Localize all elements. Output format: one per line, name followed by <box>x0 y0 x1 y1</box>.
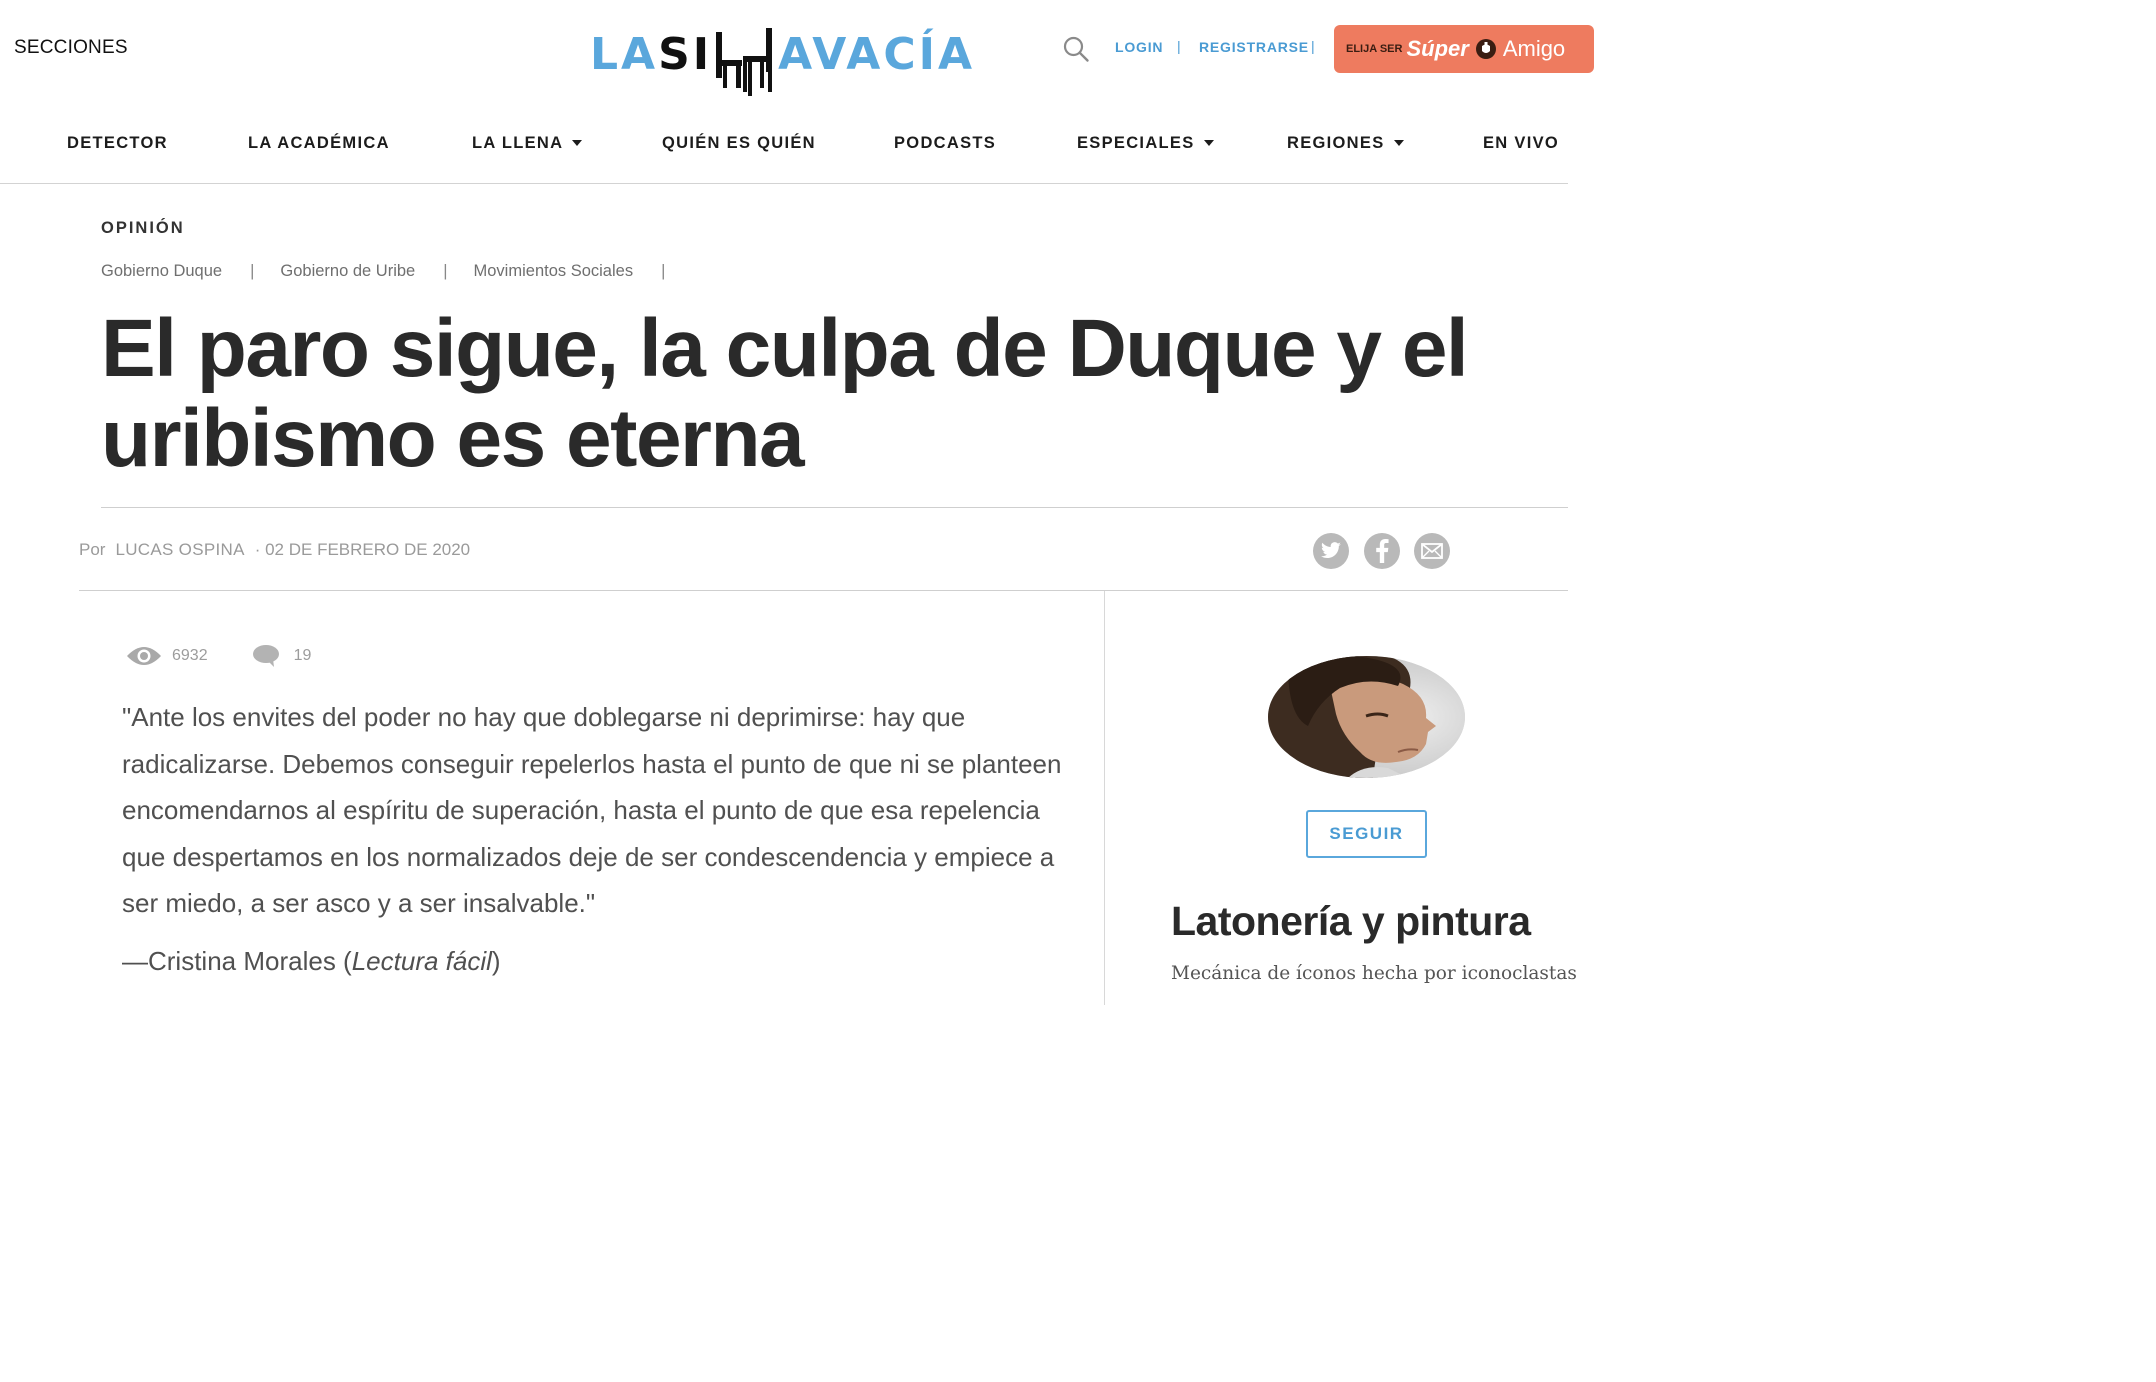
follow-button[interactable]: SEGUIR <box>1306 810 1427 858</box>
main-nav: DETECTOR LA ACADÉMICA LA LLENA QUIÉN ES … <box>0 118 1568 168</box>
nav-item-label: DETECTOR <box>67 134 168 152</box>
register-link[interactable]: REGISTRARSE <box>1199 39 1309 55</box>
header-separator: | <box>1311 38 1315 54</box>
column-subtitle: Mecánica de íconos hecha por iconoclasta… <box>1171 963 1577 984</box>
sections-menu-button[interactable]: SECCIONES <box>14 37 128 59</box>
comments-count[interactable]: 19 <box>294 647 312 665</box>
byline-divider <box>79 590 1568 591</box>
login-link[interactable]: LOGIN <box>1115 39 1163 55</box>
chevron-down-icon <box>1393 139 1404 146</box>
tag-separator: | <box>443 262 448 280</box>
nav-item-label: PODCASTS <box>894 134 997 152</box>
tag-link[interactable]: Gobierno Duque <box>101 262 222 281</box>
promo-small-text: ELIJA SER <box>1346 43 1403 55</box>
byline-prefix: Por <box>79 540 106 559</box>
article-stats: 6932 19 <box>126 644 311 668</box>
byline: Por LUCAS OSPINA · 02 DE FEBRERO DE 2020 <box>79 540 470 560</box>
hand-heart-icon <box>1475 39 1496 59</box>
logo-part-si: SI <box>658 29 713 80</box>
nav-item-podcasts[interactable]: PODCASTS <box>894 134 996 153</box>
super-amigo-promo-button[interactable]: ELIJA SER Súper Amigo <box>1334 25 1594 73</box>
tag-link[interactable]: Movimientos Sociales <box>474 262 634 281</box>
author-avatar[interactable] <box>1268 656 1465 778</box>
column-title[interactable]: Latonería y pintura <box>1171 898 1531 945</box>
chevron-down-icon <box>1203 139 1214 146</box>
facebook-share-button[interactable] <box>1364 533 1400 569</box>
attribution-prefix: —Cristina Morales ( <box>122 946 352 976</box>
nav-item-label: LA LLENA <box>472 134 564 152</box>
chevron-down-icon <box>572 139 583 146</box>
chairs-logo-icon <box>716 28 773 96</box>
nav-item-la-academica[interactable]: LA ACADÉMICA <box>248 134 390 153</box>
nav-item-especiales[interactable]: ESPECIALES <box>1077 134 1214 153</box>
attribution-work: Lectura fácil <box>351 946 492 976</box>
eye-icon <box>127 647 161 665</box>
nav-item-regiones[interactable]: REGIONES <box>1287 134 1404 153</box>
tag-separator: | <box>250 262 255 280</box>
author-link[interactable]: LUCAS OSPINA <box>115 540 244 559</box>
comment-icon[interactable] <box>252 644 280 668</box>
promo-amigo-text: Amigo <box>1502 36 1566 61</box>
email-icon <box>1421 543 1443 559</box>
logo-part-avacia: AVACÍA <box>778 29 976 80</box>
attribution-suffix: ) <box>491 946 501 976</box>
views-count: 6932 <box>172 647 208 664</box>
header-separator: | <box>1177 38 1181 54</box>
nav-item-label: QUIÉN ES QUIÉN <box>662 134 816 152</box>
author-photo <box>1268 656 1465 778</box>
publish-date: · 02 DE FEBRERO DE 2020 <box>254 540 471 559</box>
tag-list: Gobierno Duque | Gobierno de Uribe | Mov… <box>101 262 691 281</box>
search-icon[interactable] <box>1062 35 1090 63</box>
nav-item-label: EN VIVO <box>1483 134 1560 152</box>
column-divider <box>1104 591 1105 1005</box>
email-share-button[interactable] <box>1414 533 1450 569</box>
promo-super-text: Súper <box>1406 36 1469 61</box>
nav-item-en-vivo[interactable]: EN VIVO <box>1483 134 1559 153</box>
nav-item-label: ESPECIALES <box>1077 134 1195 152</box>
facebook-icon <box>1376 539 1389 563</box>
headline-divider <box>101 507 1568 508</box>
logo-part-la: LA <box>590 29 659 80</box>
nav-divider <box>0 183 1568 184</box>
nav-item-label: REGIONES <box>1287 134 1385 152</box>
nav-item-label: LA ACADÉMICA <box>248 134 390 152</box>
twitter-share-button[interactable] <box>1313 533 1349 569</box>
article-headline: El paro sigue, la culpa de Duque y el ur… <box>101 303 1469 484</box>
tag-separator: | <box>661 262 666 280</box>
tag-link[interactable]: Gobierno de Uribe <box>280 262 415 281</box>
nav-item-la-llena[interactable]: LA LLENA <box>472 134 583 153</box>
nav-item-detector[interactable]: DETECTOR <box>67 134 168 153</box>
site-logo[interactable]: LA SI AVACÍA <box>590 26 975 98</box>
quote-attribution: —Cristina Morales (Lectura fácil) <box>122 946 501 977</box>
section-kicker[interactable]: OPINIÓN <box>101 219 185 238</box>
epigraph-quote: "Ante los envites del poder no hay que d… <box>122 702 1062 918</box>
top-bar: SECCIONES LA SI AVACÍA LOGIN | REGISTRAR… <box>0 0 1594 100</box>
twitter-icon <box>1321 542 1341 559</box>
nav-item-quien-es-quien[interactable]: QUIÉN ES QUIÉN <box>662 134 816 153</box>
